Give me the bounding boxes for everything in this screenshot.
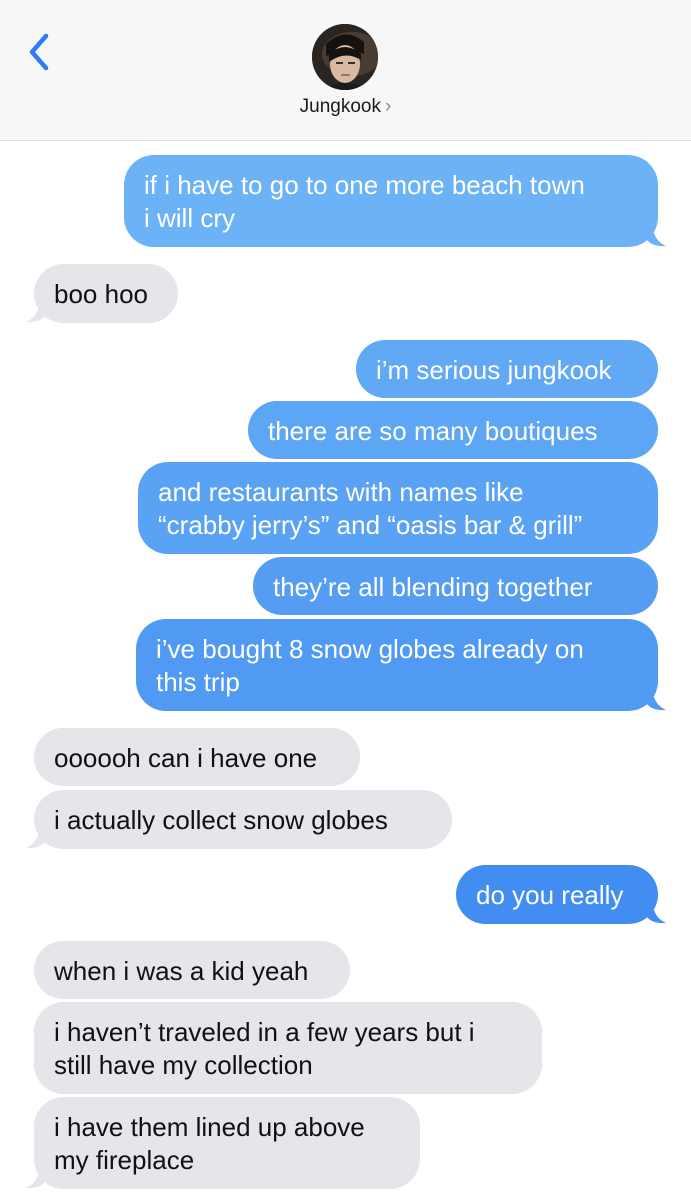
- sent-message-bubble[interactable]: do you really: [456, 865, 658, 924]
- received-message-bubble[interactable]: i haven’t traveled in a few years but is…: [34, 1002, 542, 1094]
- contact-name: Jungkook: [299, 96, 381, 117]
- conversation-header: Jungkook ›: [0, 0, 691, 141]
- bubble-tail: [26, 827, 46, 849]
- sent-message-bubble[interactable]: i’m serious jungkook: [356, 340, 658, 398]
- message-text-line: i actually collect snow globes: [54, 805, 388, 835]
- sent-message-bubble[interactable]: they’re all blending together: [253, 557, 658, 615]
- message-text-line: my fireplace: [54, 1145, 195, 1175]
- message-text-line: oooooh can i have one: [54, 743, 318, 773]
- message-text-line: i’m serious jungkook: [376, 355, 612, 385]
- back-button[interactable]: [22, 30, 62, 74]
- message-text-line: this trip: [156, 667, 240, 697]
- received-message-bubble[interactable]: i have them lined up above my fireplace: [34, 1097, 420, 1189]
- bubble-tail: [646, 902, 666, 924]
- contact-name-button[interactable]: Jungkook ›: [0, 96, 691, 118]
- message-text-line: they’re all blending together: [273, 572, 593, 602]
- bubble-tail: [26, 1167, 46, 1189]
- sent-message-bubble[interactable]: there are so many boutiques: [248, 401, 658, 459]
- received-message-bubble[interactable]: boo hoo: [34, 264, 178, 323]
- contact-avatar[interactable]: [312, 24, 378, 90]
- received-message-bubble[interactable]: oooooh can i have one: [34, 728, 360, 786]
- message-text-line: i’ve bought 8 snow globes already on: [156, 634, 584, 664]
- sent-message-bubble[interactable]: i’ve bought 8 snow globes already on this…: [136, 619, 658, 711]
- message-text-line: do you really: [476, 880, 624, 910]
- message-text-line: there are so many boutiques: [268, 416, 598, 446]
- sent-message-bubble[interactable]: if i have to go to one more beach town i …: [124, 155, 658, 247]
- received-message-bubble[interactable]: i actually collect snow globes: [34, 790, 452, 849]
- message-text-line: boo hoo: [54, 279, 148, 309]
- message-text-line: i will cry: [144, 203, 235, 233]
- message-text-line: i have them lined up above: [54, 1112, 365, 1142]
- message-text-line: “crabby jerry’s” and “oasis bar & grill”: [158, 510, 583, 540]
- message-text-line: when i was a kid yeah: [54, 956, 309, 986]
- bubble-tail: [646, 225, 666, 247]
- message-text-line: still have my collection: [54, 1050, 313, 1080]
- chevron-left-icon: [29, 33, 49, 71]
- bubble-tail: [646, 689, 666, 711]
- avatar-photo: [312, 24, 378, 90]
- received-message-bubble[interactable]: when i was a kid yeah: [34, 941, 350, 999]
- message-text-line: i haven’t traveled in a few years but i: [54, 1017, 475, 1047]
- chevron-right-icon: ›: [385, 96, 392, 117]
- message-text-line: and restaurants with names like: [158, 477, 524, 507]
- bubble-tail: [26, 301, 46, 323]
- sent-message-bubble[interactable]: and restaurants with names like “crabby j…: [138, 462, 658, 554]
- message-text-line: if i have to go to one more beach town: [144, 170, 585, 200]
